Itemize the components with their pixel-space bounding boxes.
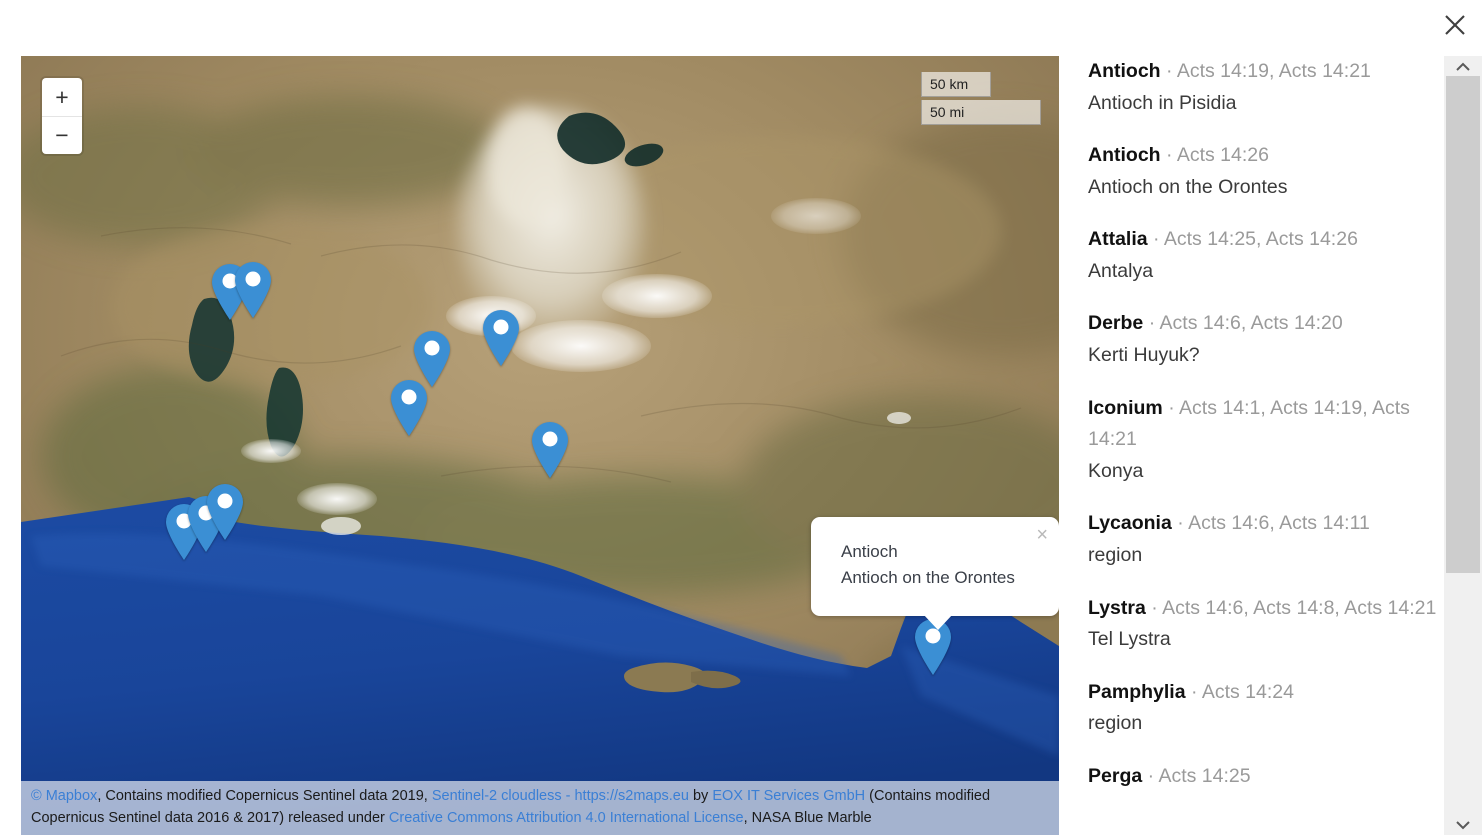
place-subtitle: Konya <box>1088 459 1144 482</box>
zoom-out-button[interactable]: − <box>42 116 82 154</box>
place-name: Pamphylia <box>1088 680 1186 703</box>
map-explorer-window: + − 50 km 50 mi × Antioch Antioch on the… <box>0 0 1482 835</box>
place-separator: · <box>1177 512 1184 535</box>
scale-bar-mi: 50 mi <box>921 100 1041 125</box>
place-item[interactable]: Perga · Acts 14:25 <box>1076 761 1444 793</box>
place-separator: · <box>1168 396 1175 419</box>
popup-subtitle: Antioch on the Orontes <box>841 568 1015 588</box>
place-separator: · <box>1147 764 1155 787</box>
place-subtitle: Antalya <box>1088 259 1154 282</box>
place-name: Perga <box>1088 764 1143 787</box>
place-references: Acts 14:25, Acts 14:26 <box>1163 228 1358 251</box>
place-subtitle: Kerti Huyuk? <box>1088 344 1200 367</box>
map-pin-icon <box>532 422 568 478</box>
place-name: Antioch <box>1088 144 1161 167</box>
place-subtitle: region <box>1088 543 1143 566</box>
place-name: Lycaonia <box>1088 512 1172 535</box>
place-name: Attalia <box>1088 228 1148 251</box>
attribution-text-2: by <box>688 787 713 804</box>
sidebar-scrollbar[interactable] <box>1444 56 1482 835</box>
map-pin-icon <box>391 380 427 436</box>
place-heading: Pamphylia · Acts 14:24 <box>1088 677 1444 709</box>
place-references: Acts 14:25 <box>1158 764 1251 787</box>
place-separator: · <box>1190 680 1198 703</box>
place-heading: Attalia · Acts 14:25, Acts 14:26 <box>1088 224 1444 256</box>
close-icon <box>1445 15 1465 35</box>
place-item[interactable]: Lycaonia · Acts 14:6, Acts 14:11 region <box>1076 508 1444 571</box>
place-heading: Lystra · Acts 14:6, Acts 14:8, Acts 14:2… <box>1088 593 1444 625</box>
place-item[interactable]: Lystra · Acts 14:6, Acts 14:8, Acts 14:2… <box>1076 593 1444 656</box>
place-heading: Antioch · Acts 14:26 <box>1088 140 1444 172</box>
map-pin-icon <box>207 484 243 540</box>
map-pin-icon <box>235 262 271 318</box>
place-subtitle: Antioch in Pisidia <box>1088 91 1237 114</box>
marker-derbe[interactable] <box>528 419 572 479</box>
marker-pin-4[interactable] <box>479 307 523 367</box>
map-popup[interactable]: × Antioch Antioch on the Orontes <box>811 517 1059 630</box>
place-item[interactable]: Derbe · Acts 14:6, Acts 14:20 Kerti Huyuk… <box>1076 308 1444 371</box>
place-heading: Derbe · Acts 14:6, Acts 14:20 <box>1088 308 1444 340</box>
place-subtitle: Tel Lystra <box>1088 628 1171 651</box>
place-item[interactable]: Antioch · Acts 14:19, Acts 14:21 Antioch … <box>1076 56 1444 119</box>
place-references: Acts 14:6, Acts 14:20 <box>1159 312 1343 335</box>
place-references: Acts 14:24 <box>1201 680 1294 703</box>
place-subtitle: Antioch on the Orontes <box>1088 175 1288 198</box>
place-separator: · <box>1153 228 1160 251</box>
place-name: Derbe <box>1088 312 1144 335</box>
map-scale-bars: 50 km 50 mi <box>921 72 1041 125</box>
attribution-text-4: , NASA Blue Marble <box>743 809 872 826</box>
popup-close-button[interactable]: × <box>1036 525 1048 545</box>
scroll-up-arrow-icon[interactable] <box>1444 56 1482 76</box>
place-separator: · <box>1151 596 1158 619</box>
scale-bar-km: 50 km <box>921 72 991 97</box>
place-separator: · <box>1148 312 1156 335</box>
zoom-in-button[interactable]: + <box>42 78 82 116</box>
map-attribution: © Mapbox, Contains modified Copernicus S… <box>21 780 1059 835</box>
place-references: Acts 14:6, Acts 14:8, Acts 14:21 <box>1162 596 1437 619</box>
satellite-map[interactable]: + − 50 km 50 mi × Antioch Antioch on the… <box>21 56 1059 835</box>
window-close-button[interactable] <box>1438 8 1472 42</box>
place-heading: Lycaonia · Acts 14:6, Acts 14:11 <box>1088 508 1444 540</box>
creative-commons-link[interactable]: Creative Commons Attribution 4.0 Interna… <box>389 810 744 826</box>
mapbox-link[interactable]: © Mapbox <box>31 788 97 804</box>
place-heading: Perga · Acts 14:25 <box>1088 761 1444 793</box>
marker-pamphylia[interactable] <box>203 481 247 541</box>
places-list[interactable]: Antioch · Acts 14:19, Acts 14:21 Antioch … <box>1076 56 1444 835</box>
place-references: Acts 14:6, Acts 14:11 <box>1188 512 1370 535</box>
sentinel-link[interactable]: Sentinel-2 cloudless - https://s2maps.eu <box>432 788 689 804</box>
scroll-down-arrow-icon[interactable] <box>1444 815 1482 835</box>
marker-lystra[interactable] <box>387 377 431 437</box>
place-item[interactable]: Pamphylia · Acts 14:24 region <box>1076 677 1444 740</box>
attribution-text-1: , Contains modified Copernicus Sentinel … <box>97 787 432 804</box>
place-name: Antioch <box>1088 60 1161 82</box>
place-separator: · <box>1166 60 1173 82</box>
popup-pointer <box>923 613 953 630</box>
place-heading: Iconium · Acts 14:1, Acts 14:19, Acts 14… <box>1088 393 1444 456</box>
eox-link[interactable]: EOX IT Services GmbH <box>712 788 865 804</box>
place-heading: Antioch · Acts 14:19, Acts 14:21 <box>1088 56 1444 88</box>
place-separator: · <box>1166 144 1173 167</box>
scrollbar-thumb[interactable] <box>1446 76 1480 573</box>
place-item[interactable]: Attalia · Acts 14:25, Acts 14:26 Antalya <box>1076 224 1444 287</box>
place-references: Acts 14:26 <box>1176 144 1269 167</box>
map-zoom-controls[interactable]: + − <box>42 78 82 154</box>
place-item[interactable]: Antioch · Acts 14:26 Antioch on the Oront… <box>1076 140 1444 203</box>
place-references: Acts 14:19, Acts 14:21 <box>1176 60 1371 82</box>
place-name: Iconium <box>1088 396 1163 419</box>
place-name: Lystra <box>1088 596 1146 619</box>
place-subtitle: region <box>1088 712 1143 735</box>
map-pin-icon <box>483 310 519 366</box>
marker-pin-2[interactable] <box>231 259 275 319</box>
popup-title: Antioch <box>841 542 898 561</box>
place-item[interactable]: Iconium · Acts 14:1, Acts 14:19, Acts 14… <box>1076 393 1444 488</box>
map-popup-box: × Antioch Antioch on the Orontes <box>811 517 1059 630</box>
